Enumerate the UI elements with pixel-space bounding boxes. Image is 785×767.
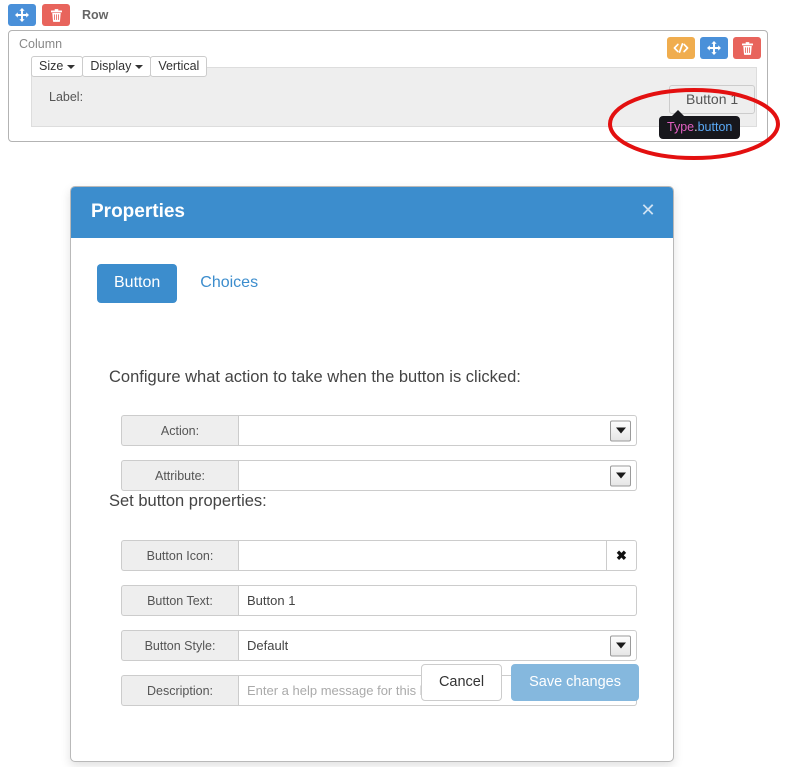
button-text-label: Button Text: [121,585,238,616]
dialog-tabs: Button Choices [97,264,275,303]
field-row-button-text: Button Text: Button 1 [121,585,637,616]
properties-dialog: Properties ✕ Button Choices Configure wh… [70,186,674,762]
tooltip-type-value: button [697,120,733,134]
row-toolbar: Row [8,4,108,26]
move-arrows-icon [15,8,29,22]
tab-button[interactable]: Button [97,264,178,303]
field-row-button-icon: Button Icon: ✖ [121,540,637,571]
dialog-body: Button Choices Configure what action to … [71,238,673,710]
button-icon-label: Button Icon: [121,540,238,571]
cancel-button[interactable]: Cancel [420,664,503,701]
button-text-input[interactable]: Button 1 [238,585,637,616]
attribute-label: Attribute: [121,460,238,491]
row-move-handle[interactable] [8,4,36,26]
code-brackets-icon [673,42,689,54]
row-delete-button[interactable] [42,4,70,26]
button-text-value: Button 1 [247,593,296,608]
display-label: Display [90,59,132,73]
trash-icon [741,41,753,55]
field-row-button-style: Button Style: Default [121,630,637,661]
field-row-attribute: Attribute: [121,460,637,491]
row-label: Row [82,8,109,22]
column-label: Column [19,37,63,51]
column-container: Column Size Display Vertical Label: Butt… [8,30,768,142]
form-builder-canvas: Row Column Size Display Vertical Label: … [0,0,785,160]
section-heading-action: Configure what action to take when the b… [109,368,521,386]
tab-choices[interactable]: Choices [183,264,275,303]
move-arrows-icon [707,41,721,55]
display-dropdown[interactable]: Display [82,56,152,77]
close-icon[interactable]: ✕ [637,199,659,221]
size-dropdown[interactable]: Size [31,56,84,77]
chevron-down-icon [610,420,631,441]
vertical-toggle[interactable]: Vertical [150,56,208,77]
action-select[interactable] [238,415,637,446]
chevron-down-icon [610,465,631,486]
chevron-down-icon [135,64,144,69]
field-row-action: Action: [121,415,637,446]
button-style-select[interactable]: Default [238,630,637,661]
action-label: Action: [121,415,238,446]
save-changes-button[interactable]: Save changes [511,664,639,701]
field-options-toolbar: Size Display Vertical [31,56,208,77]
dialog-title: Properties [91,201,185,222]
field-label: Label: [49,90,84,104]
type-tooltip: Type.button [659,110,741,139]
dialog-footer: Cancel Save changes [71,659,673,710]
dialog-header: Properties ✕ [71,187,673,238]
chevron-down-icon [67,64,76,69]
tooltip-type-key: Type [667,120,695,134]
field-block: Size Display Vertical Label: Button 1 [31,56,757,128]
button-style-label: Button Style: [121,630,238,661]
clear-x-icon[interactable]: ✖ [606,540,637,571]
section-heading-button-properties: Set button properties: [109,492,267,510]
attribute-select[interactable] [238,460,637,491]
footer-actions: Cancel Save changes [420,664,639,701]
chevron-down-icon [610,635,631,656]
button-style-value: Default [247,638,289,653]
button-icon-input[interactable] [238,540,606,571]
trash-icon [50,8,62,22]
size-label: Size [39,59,64,73]
tooltip-arrow-icon [671,110,685,117]
